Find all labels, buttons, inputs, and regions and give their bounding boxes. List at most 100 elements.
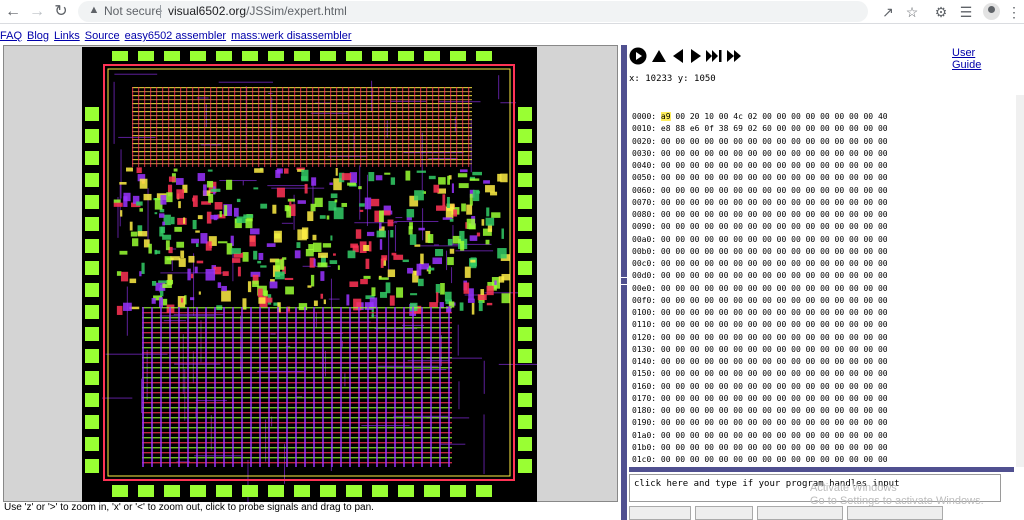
memory-byte[interactable]: 00 [719, 308, 729, 317]
address-bar[interactable]: ▲ Not secure visual6502.org/JSSim/expert… [78, 1, 868, 22]
memory-byte[interactable]: 00 [863, 235, 873, 244]
memory-byte[interactable]: 00 [690, 357, 700, 366]
memory-byte[interactable]: e8 [661, 124, 671, 133]
memory-byte[interactable]: 00 [878, 271, 888, 280]
arrow-right-icon[interactable]: → [27, 2, 47, 22]
memory-byte[interactable]: 00 [748, 382, 758, 391]
memory-byte[interactable]: 00 [748, 222, 758, 231]
memory-byte[interactable]: 00 [690, 394, 700, 403]
memory-byte[interactable]: 00 [675, 112, 685, 121]
memory-byte[interactable]: 00 [820, 357, 830, 366]
memory-byte[interactable]: 00 [690, 455, 700, 464]
memory-byte[interactable]: 00 [777, 235, 787, 244]
memory-byte[interactable]: 00 [806, 333, 816, 342]
memory-byte[interactable]: 00 [863, 320, 873, 329]
memory-byte[interactable]: 00 [863, 382, 873, 391]
memory-byte[interactable]: 00 [777, 357, 787, 366]
memory-byte[interactable]: 00 [791, 455, 801, 464]
memory-byte[interactable]: 00 [820, 210, 830, 219]
memory-byte[interactable]: 00 [878, 308, 888, 317]
memory-byte[interactable]: 00 [762, 284, 772, 293]
memory-byte[interactable]: 00 [835, 210, 845, 219]
memory-byte[interactable]: 00 [748, 149, 758, 158]
memory-byte[interactable]: 00 [820, 296, 830, 305]
memory-byte[interactable]: 00 [806, 198, 816, 207]
memory-byte[interactable]: 00 [791, 149, 801, 158]
memory-byte[interactable]: 00 [733, 418, 743, 427]
memory-byte[interactable]: 00 [878, 296, 888, 305]
memory-byte[interactable]: 00 [835, 271, 845, 280]
memory-byte[interactable]: 00 [791, 443, 801, 452]
memory-byte[interactable]: 00 [704, 137, 714, 146]
memory-byte[interactable]: 00 [863, 431, 873, 440]
memory-byte[interactable]: 00 [863, 345, 873, 354]
memory-byte[interactable]: 00 [661, 271, 671, 280]
memory-byte[interactable]: 00 [762, 198, 772, 207]
memory-byte[interactable]: 00 [704, 149, 714, 158]
memory-byte[interactable]: 00 [748, 443, 758, 452]
memory-table[interactable]: 0000: a9 00 20 10 00 4c 02 00 00 00 00 0… [632, 111, 1012, 471]
memory-byte[interactable]: 00 [690, 284, 700, 293]
memory-byte[interactable]: 00 [762, 296, 772, 305]
memory-byte[interactable]: 00 [791, 124, 801, 133]
memory-byte[interactable]: 00 [820, 394, 830, 403]
memory-byte[interactable]: 00 [820, 173, 830, 182]
memory-byte[interactable]: 00 [733, 443, 743, 452]
memory-byte[interactable]: 00 [762, 443, 772, 452]
memory-byte[interactable]: 00 [661, 345, 671, 354]
warning-triangle-icon[interactable]: ▲ [88, 4, 100, 16]
memory-byte[interactable]: 00 [748, 271, 758, 280]
memory-byte[interactable]: 00 [820, 284, 830, 293]
memory-byte[interactable]: 00 [806, 222, 816, 231]
memory-byte[interactable]: 00 [849, 455, 859, 464]
memory-byte[interactable]: 00 [704, 431, 714, 440]
memory-byte[interactable]: 00 [806, 284, 816, 293]
memory-byte[interactable]: 00 [849, 210, 859, 219]
step-forward-icon[interactable] [687, 47, 705, 65]
memory-byte[interactable]: 00 [748, 333, 758, 342]
memory-byte[interactable]: 00 [835, 235, 845, 244]
memory-byte[interactable]: 00 [849, 394, 859, 403]
memory-byte[interactable]: 00 [863, 369, 873, 378]
memory-byte[interactable]: 00 [835, 369, 845, 378]
memory-byte[interactable]: 00 [878, 186, 888, 195]
user-guide-link[interactable]: User Guide [952, 47, 981, 71]
memory-byte[interactable]: 00 [704, 259, 714, 268]
memory-byte[interactable]: 00 [806, 357, 816, 366]
memory-byte[interactable]: 00 [849, 406, 859, 415]
memory-byte[interactable]: 00 [835, 431, 845, 440]
memory-byte[interactable]: 00 [748, 284, 758, 293]
memory-byte[interactable]: 00 [704, 247, 714, 256]
memory-byte[interactable]: 00 [791, 296, 801, 305]
memory-byte[interactable]: 00 [675, 431, 685, 440]
memory-byte[interactable]: 00 [762, 418, 772, 427]
memory-byte[interactable]: 00 [849, 259, 859, 268]
memory-byte[interactable]: 00 [791, 210, 801, 219]
memory-byte[interactable]: 00 [849, 308, 859, 317]
memory-byte[interactable]: 00 [806, 112, 816, 121]
memory-byte[interactable]: 00 [849, 320, 859, 329]
memory-byte[interactable]: 00 [690, 443, 700, 452]
memory-byte[interactable]: 00 [806, 161, 816, 170]
memory-byte[interactable]: 00 [835, 124, 845, 133]
memory-byte[interactable]: 00 [878, 149, 888, 158]
memory-byte[interactable]: 00 [719, 345, 729, 354]
memory-byte[interactable]: 00 [777, 455, 787, 464]
memory-byte[interactable]: 00 [863, 394, 873, 403]
memory-byte[interactable]: 00 [661, 320, 671, 329]
memory-byte[interactable]: 00 [820, 369, 830, 378]
memory-byte[interactable]: 00 [762, 271, 772, 280]
memory-byte[interactable]: 00 [777, 198, 787, 207]
memory-byte[interactable]: 00 [835, 406, 845, 415]
memory-byte[interactable]: 00 [690, 198, 700, 207]
memory-byte[interactable]: 00 [835, 198, 845, 207]
memory-byte[interactable]: 00 [806, 394, 816, 403]
console-resize-handle[interactable] [629, 467, 1014, 472]
memory-byte[interactable]: 00 [719, 357, 729, 366]
memory-byte[interactable]: 00 [878, 161, 888, 170]
memory-byte[interactable]: 00 [719, 369, 729, 378]
memory-byte[interactable]: 00 [820, 455, 830, 464]
memory-byte[interactable]: 00 [863, 406, 873, 415]
memory-byte[interactable]: 00 [878, 431, 888, 440]
memory-byte[interactable]: 00 [820, 271, 830, 280]
